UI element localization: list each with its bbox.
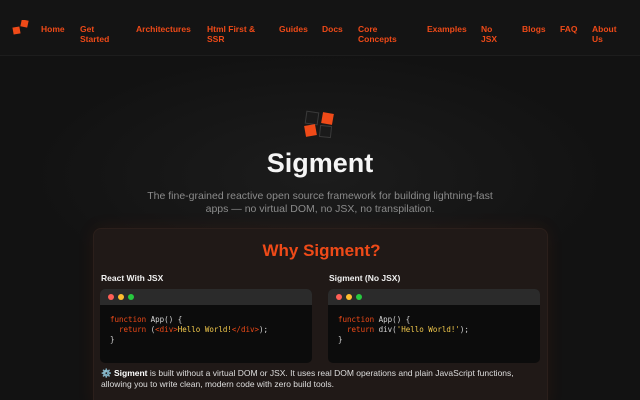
code-text: App() {: [374, 315, 411, 324]
red-dot-icon: [336, 294, 342, 300]
code-string: Hello World!: [177, 325, 232, 334]
nav-examples[interactable]: Examples: [427, 24, 467, 34]
code-keyword: return: [119, 325, 147, 334]
react-jsx-heading: React With JSX: [101, 273, 164, 283]
sigment-logo-icon[interactable]: [12, 20, 30, 36]
code-tag: <div>: [155, 325, 178, 334]
nav-get-started[interactable]: Get Started: [80, 24, 120, 44]
code-keyword: function: [110, 315, 147, 324]
gear-icon: ⚙️: [101, 368, 112, 378]
nav-no-jsx[interactable]: No JSX: [481, 24, 501, 44]
code-tag: </div>: [231, 325, 260, 334]
code-string: 'Hello World!': [396, 325, 460, 334]
code-window-bar: [328, 289, 540, 305]
nav-about-us[interactable]: About Us: [592, 24, 622, 44]
why-description: ⚙️ Sigment is built without a virtual DO…: [101, 368, 541, 390]
nav-guides[interactable]: Guides: [279, 24, 308, 34]
nav-faq[interactable]: FAQ: [560, 24, 577, 34]
nav-home[interactable]: Home: [41, 24, 65, 34]
code-keyword: function: [338, 315, 375, 324]
nav-architectures[interactable]: Architectures: [136, 24, 191, 34]
nav-html-first-ssr[interactable]: Html First & SSR: [207, 24, 263, 44]
desc-text: is built without a virtual DOM or JSX. I…: [101, 368, 514, 389]
green-dot-icon: [356, 294, 362, 300]
code-window-bar: [100, 289, 312, 305]
nav-core-concepts[interactable]: Core Concepts: [358, 24, 404, 44]
code-text: );: [459, 325, 469, 334]
code-text: div(: [374, 325, 397, 334]
code-content: function App() { return div('Hello World…: [328, 305, 540, 345]
code-content: function App() { return (<div>Hello Worl…: [100, 305, 312, 345]
why-sigment-section: Why Sigment? React With JSX Sigment (No …: [93, 228, 548, 400]
code-text: (: [146, 325, 156, 334]
code-text: );: [259, 325, 269, 334]
sigment-no-jsx-heading: Sigment (No JSX): [329, 273, 401, 283]
nav-docs[interactable]: Docs: [322, 24, 343, 34]
yellow-dot-icon: [118, 294, 124, 300]
desc-brand: Sigment: [113, 368, 148, 378]
green-dot-icon: [128, 294, 134, 300]
page-title: Sigment: [266, 148, 374, 178]
top-navbar: Home Get Started Architectures Html Firs…: [0, 0, 640, 56]
code-keyword: return: [347, 325, 375, 334]
react-code-block: function App() { return (<div>Hello Worl…: [100, 289, 312, 363]
hero-subtitle: The fine-grained reactive open source fr…: [147, 190, 493, 215]
yellow-dot-icon: [346, 294, 352, 300]
sigment-code-block: function App() { return div('Hello World…: [328, 289, 540, 363]
section-title: Why Sigment?: [262, 241, 381, 260]
code-text: }: [110, 335, 115, 344]
code-text: }: [338, 335, 343, 344]
red-dot-icon: [108, 294, 114, 300]
code-text: App() {: [146, 315, 183, 324]
sigment-logo-icon: [304, 110, 334, 139]
nav-blogs[interactable]: Blogs: [522, 24, 546, 34]
